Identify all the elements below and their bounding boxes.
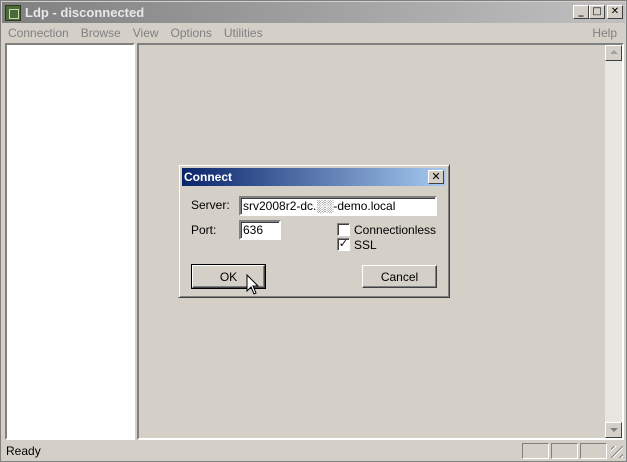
ok-button-label: OK <box>219 269 238 284</box>
cancel-button-label: Cancel <box>380 269 419 284</box>
status-panels <box>520 443 607 459</box>
menu-options[interactable]: Options <box>165 26 218 40</box>
dialog-title-bar[interactable]: Connect ✕ <box>182 168 446 186</box>
status-panel <box>551 443 578 459</box>
menu-view[interactable]: View <box>127 26 165 40</box>
cancel-button[interactable]: Cancel <box>362 265 437 288</box>
scroll-down-arrow-icon[interactable] <box>605 422 622 438</box>
server-input[interactable] <box>239 196 437 216</box>
resize-grip-icon[interactable] <box>611 446 623 458</box>
port-input[interactable] <box>239 220 281 240</box>
status-bar: Ready <box>2 441 625 460</box>
close-window-button[interactable]: ✕ <box>607 5 623 19</box>
ssl-label: SSL <box>354 238 377 252</box>
window-controls: _ □ ✕ <box>573 5 623 19</box>
menu-connection[interactable]: Connection <box>2 26 75 40</box>
status-panel <box>580 443 607 459</box>
mouse-pointer-icon <box>246 274 260 295</box>
dialog-close-button[interactable]: ✕ <box>428 170 444 184</box>
menu-utilities[interactable]: Utilities <box>218 26 269 40</box>
dialog-title: Connect <box>184 170 232 184</box>
server-label: Server: <box>191 198 230 212</box>
menu-bar: Connection Browse View Options Utilities… <box>2 24 625 42</box>
minimize-button[interactable]: _ <box>573 5 589 19</box>
menu-browse[interactable]: Browse <box>75 26 127 40</box>
connect-dialog: Connect ✕ Server: Port: Connectionless ✓… <box>178 164 450 298</box>
status-text: Ready <box>6 443 41 458</box>
title-bar[interactable]: Ldp - disconnected _ □ ✕ <box>2 2 625 23</box>
ldp-app-icon <box>5 4 21 21</box>
connectionless-label: Connectionless <box>354 223 437 237</box>
port-label: Port: <box>191 223 217 237</box>
window-title: Ldp - disconnected <box>25 5 145 20</box>
status-panel <box>522 443 549 459</box>
ssl-checkbox[interactable]: ✓ <box>337 238 350 251</box>
maximize-button[interactable]: □ <box>589 5 605 19</box>
menu-help[interactable]: Help <box>586 26 623 40</box>
scroll-up-arrow-icon[interactable] <box>605 45 622 61</box>
tree-pane[interactable] <box>5 43 135 440</box>
vertical-scrollbar[interactable] <box>605 45 622 438</box>
connectionless-checkbox[interactable] <box>337 223 350 236</box>
